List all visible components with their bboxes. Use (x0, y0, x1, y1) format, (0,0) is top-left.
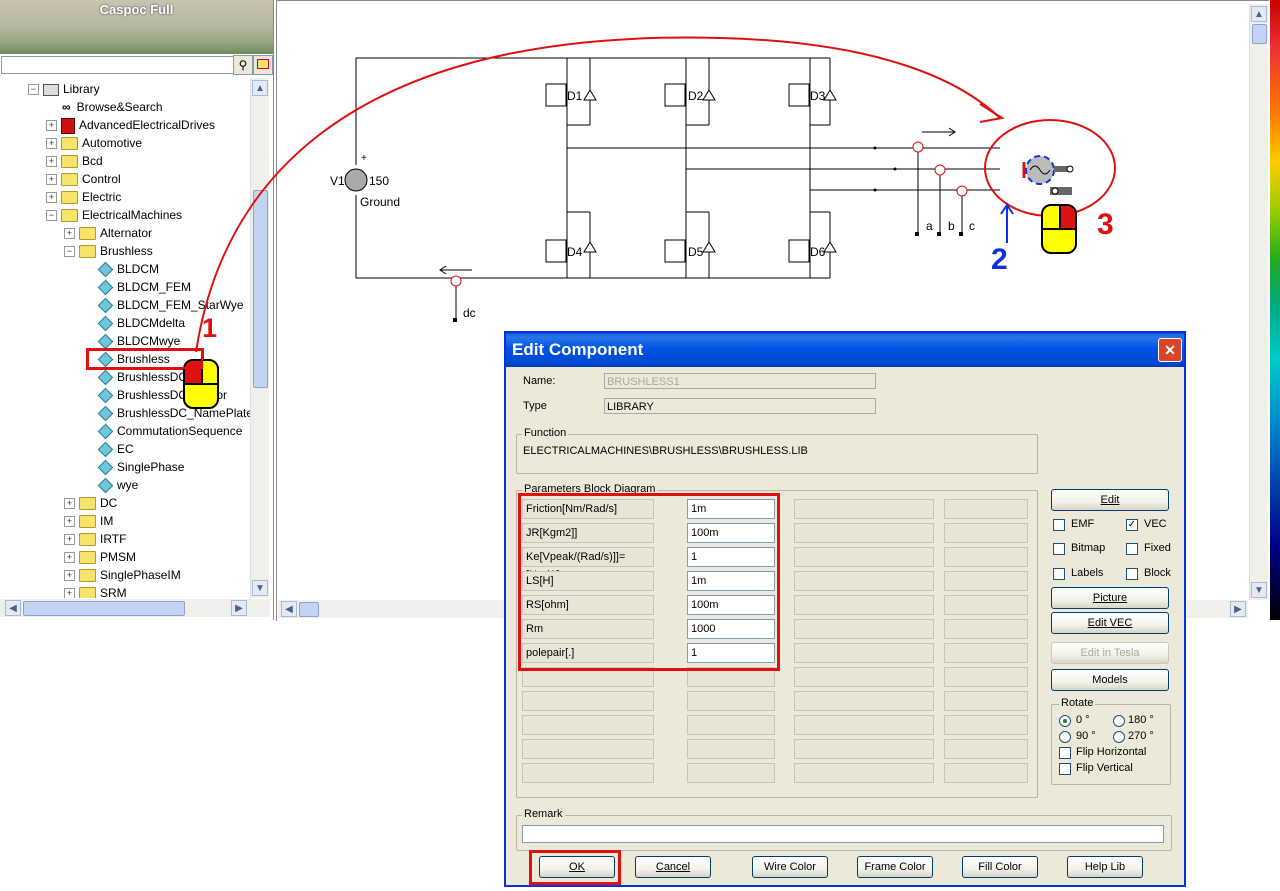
bitmap-checkbox[interactable] (1053, 543, 1065, 555)
labels-label: Labels (1071, 567, 1104, 579)
name-field[interactable]: BRUSHLESS1 (604, 373, 876, 389)
switch-label: D4 (567, 245, 583, 259)
rotate-90-label: 90 ° (1076, 730, 1096, 742)
switch-label: D3 (810, 89, 826, 103)
check-icon: ✓ (1127, 519, 1137, 530)
ok-highlight-box (529, 850, 621, 885)
block-checkbox[interactable] (1126, 568, 1138, 580)
motor-symbol (1022, 155, 1074, 195)
remark-input[interactable] (522, 825, 1164, 843)
flip-horizontal-checkbox[interactable] (1059, 747, 1071, 759)
current-label: c (969, 219, 975, 233)
blue-arrow (1000, 203, 1014, 243)
current-label: a (926, 219, 933, 233)
fill-color-button[interactable]: Fill Color (962, 856, 1038, 878)
function-label: Function (522, 427, 569, 439)
close-icon: ✕ (1164, 342, 1176, 358)
annotation-number: 1 (202, 313, 218, 343)
vec-checkbox[interactable]: ✓ (1126, 519, 1138, 531)
models-button[interactable]: Models (1051, 669, 1169, 691)
flip-vertical-label: Flip Vertical (1076, 762, 1133, 774)
rotate-180-radio[interactable] (1113, 715, 1125, 727)
switch-symbols (545, 83, 810, 263)
frame-color-button[interactable]: Frame Color (857, 856, 933, 878)
picture-button[interactable]: Picture (1051, 587, 1169, 609)
rotate-0-radio[interactable] (1059, 715, 1071, 727)
fixed-label: Fixed (1144, 542, 1171, 554)
edit-vec-button[interactable]: Edit VEC (1051, 612, 1169, 634)
rotate-270-label: 270 ° (1128, 730, 1154, 742)
source-plus-label: + (361, 153, 367, 164)
annotation-number: 2 (991, 243, 1008, 276)
switch-label: D6 (810, 245, 826, 259)
flip-vertical-checkbox[interactable] (1059, 763, 1071, 775)
source-value-label: 150 (369, 174, 390, 188)
switch-label: D1 (567, 89, 583, 103)
current-label: dc (463, 306, 476, 320)
rotate-0-label: 0 ° (1076, 714, 1090, 726)
wire-color-button[interactable]: Wire Color (752, 856, 828, 878)
function-value: ELECTRICALMACHINES\BRUSHLESS\BRUSHLESS.L… (523, 445, 808, 457)
close-button[interactable]: ✕ (1158, 338, 1182, 362)
flip-horizontal-label: Flip Horizontal (1076, 746, 1147, 758)
edit-button[interactable]: Edit (1051, 489, 1169, 511)
type-field[interactable]: LIBRARY (604, 398, 876, 414)
cancel-button[interactable]: Cancel (635, 856, 711, 878)
name-label: Name: (523, 375, 556, 387)
rotate-90-radio[interactable] (1059, 731, 1071, 743)
switch-label: D2 (688, 89, 704, 103)
circuit-nodes (453, 146, 963, 322)
emf-label: EMF (1071, 518, 1095, 530)
emf-checkbox[interactable] (1053, 519, 1065, 531)
edit-component-dialog: Edit Component ✕ Name: BRUSHLESS1 Type L… (504, 331, 1186, 887)
rotate-180-label: 180 ° (1128, 714, 1154, 726)
mouse-right-click-icon (1041, 204, 1077, 254)
diode-symbols (583, 89, 837, 253)
remark-label: Remark (522, 808, 565, 820)
current-label: b (948, 219, 955, 233)
rotate-270-radio[interactable] (1113, 731, 1125, 743)
edit-in-tesla-button[interactable]: Edit in Tesla (1051, 642, 1169, 664)
rotate-label: Rotate (1059, 697, 1096, 709)
vec-label: VEC (1144, 518, 1167, 530)
fixed-checkbox[interactable] (1126, 543, 1138, 555)
annotation-markings (86, 36, 1116, 370)
annotation-number: 3 (1097, 208, 1114, 241)
help-lib-button[interactable]: Help Lib (1067, 856, 1143, 878)
switch-label: D5 (688, 245, 704, 259)
type-label: Type (523, 400, 547, 412)
ground-label: Ground (360, 195, 401, 209)
voltage-source-symbol (344, 168, 368, 192)
bitmap-label: Bitmap (1071, 542, 1106, 554)
block-label: Block (1144, 567, 1171, 579)
dialog-title: Edit Component (512, 340, 644, 359)
labels-checkbox[interactable] (1053, 568, 1065, 580)
params-highlight-box (518, 493, 780, 671)
source-name-label: V1 (330, 174, 345, 188)
library-selection-highlight (87, 349, 203, 369)
